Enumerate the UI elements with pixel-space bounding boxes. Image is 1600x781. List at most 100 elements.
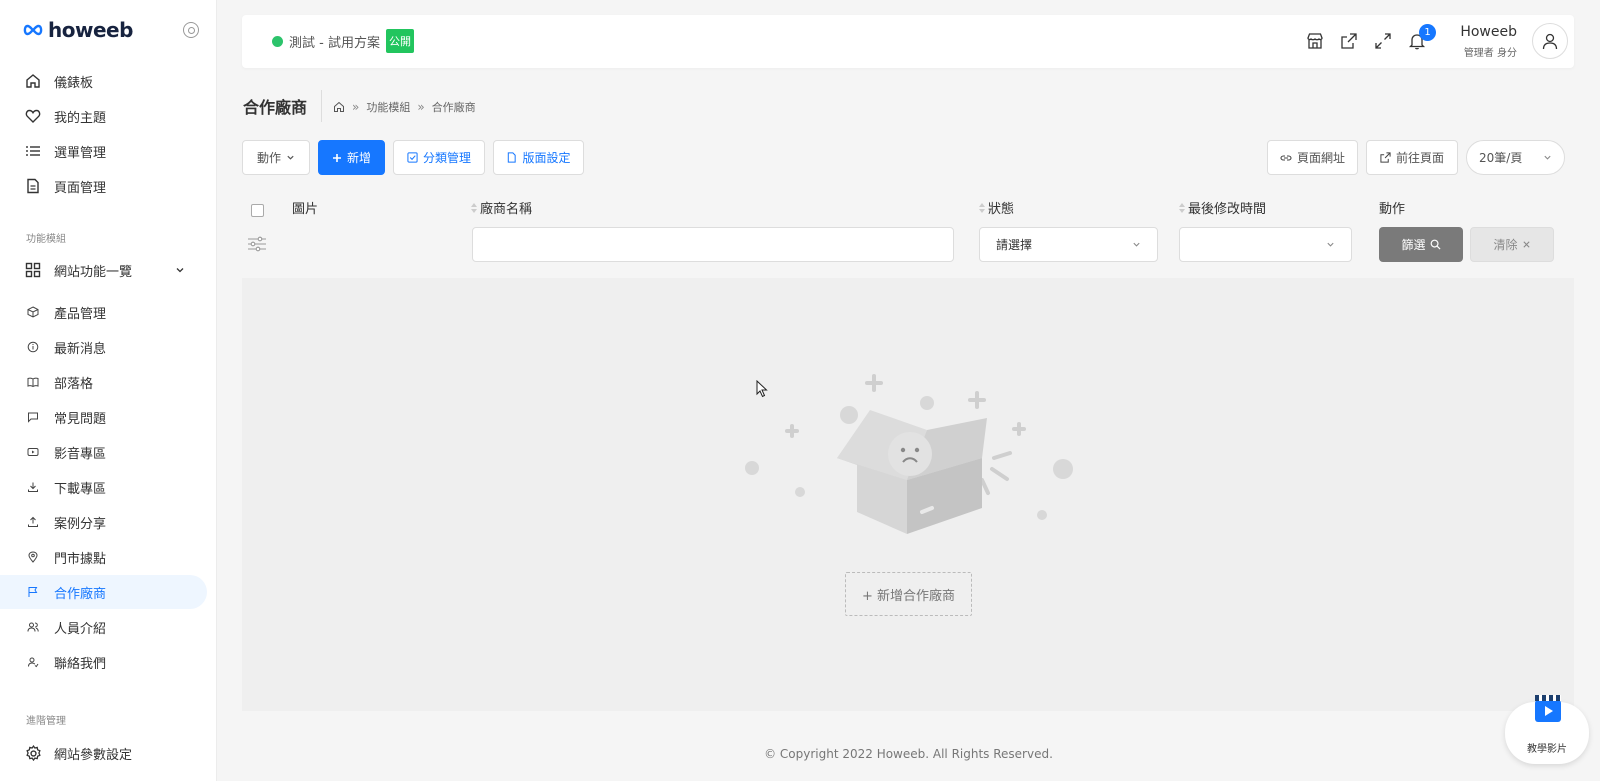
layout-settings-button[interactable]: 版面設定 <box>493 140 584 175</box>
chevron-down-icon <box>1544 155 1551 160</box>
sidebar-item-label: 影音專區 <box>54 446 107 462</box>
site-name: 測試 - 試用方案 <box>289 35 380 51</box>
sidebar-item-contact[interactable]: 聯絡我們 <box>0 645 207 679</box>
upload-icon <box>26 515 40 529</box>
sidebar-item-faq[interactable]: 常見問題 <box>0 400 207 434</box>
sidebar-item-pages[interactable]: 頁面管理 <box>0 169 207 203</box>
tutorial-video-button[interactable]: 教學影片 <box>1505 695 1589 764</box>
sidebar-item-products[interactable]: 產品管理 <box>0 295 207 329</box>
logo[interactable]: howeeb <box>22 18 133 42</box>
notification-button[interactable]: 1 <box>1408 24 1436 50</box>
user-name: Howeeb <box>1460 24 1517 40</box>
per-page-select[interactable]: 20筆/頁 <box>1466 140 1565 175</box>
external-link-icon[interactable] <box>1340 32 1358 50</box>
cube-icon <box>26 305 40 319</box>
column-header-modified[interactable]: 最後修改時間 <box>1179 198 1266 217</box>
sidebar-item-site-features[interactable]: 網站功能一覽 <box>0 253 207 287</box>
column-header-label: 狀態 <box>988 202 1015 217</box>
sidebar-item-dashboard[interactable]: 儀錶板 <box>0 64 207 98</box>
sidebar-item-label: 選單管理 <box>54 145 107 161</box>
sidebar-item-label: 門市據點 <box>54 551 107 567</box>
book-icon <box>26 375 40 389</box>
filter-button[interactable]: 篩選 <box>1379 227 1463 262</box>
sidebar-item-label: 儀錶板 <box>54 75 94 91</box>
store-icon[interactable] <box>1306 32 1324 50</box>
home-icon[interactable] <box>333 101 345 113</box>
add-partner-button[interactable]: + 新增合作廠商 <box>845 572 972 616</box>
filter-button-label: 篩選 <box>1401 238 1426 252</box>
download-icon <box>26 480 40 494</box>
clear-button[interactable]: 清除 <box>1470 227 1554 262</box>
sidebar-item-label: 聯絡我們 <box>54 656 107 672</box>
add-button[interactable]: 新增 <box>318 140 385 175</box>
per-page-value: 20筆/頁 <box>1479 151 1523 165</box>
clear-button-label: 清除 <box>1493 238 1518 252</box>
breadcrumb-item[interactable]: 功能模組 <box>366 99 410 115</box>
users-icon <box>26 620 40 634</box>
sort-icon <box>979 202 985 213</box>
sidebar-item-stores[interactable]: 門市據點 <box>0 540 207 574</box>
sidebar-item-news[interactable]: 最新消息 <box>0 330 207 364</box>
online-status-dot <box>272 35 283 47</box>
sliders-icon[interactable] <box>247 236 267 252</box>
sidebar-item-cases[interactable]: 案例分享 <box>0 505 207 539</box>
goto-page-button[interactable]: 前往頁面 <box>1366 140 1458 175</box>
video-icon <box>26 445 40 459</box>
action-dropdown[interactable]: 動作 <box>242 140 310 175</box>
sort-icon <box>471 202 477 213</box>
category-management-label: 分類管理 <box>422 151 471 165</box>
sidebar-item-blog[interactable]: 部落格 <box>0 365 207 399</box>
fullscreen-icon[interactable] <box>1374 32 1392 50</box>
chevron-down-icon <box>1327 242 1334 247</box>
top-icons: 1 <box>1306 24 1436 50</box>
location-icon <box>26 550 40 564</box>
sidebar-item-downloads[interactable]: 下載專區 <box>0 470 207 504</box>
status-filter-value: 請選擇 <box>996 238 1033 252</box>
sidebar: howeeb 儀錶板 我的主題 選單管理 頁面管理 功能模組 網站功能一覽 產品… <box>0 0 217 781</box>
close-icon <box>1522 241 1530 248</box>
chat-icon <box>26 410 40 424</box>
page-url-button[interactable]: 頁面網址 <box>1267 140 1358 175</box>
sidebar-collapse-icon[interactable] <box>183 22 199 38</box>
breadcrumb: » 功能模組 » 合作廠商 <box>333 99 476 115</box>
column-header-vendor-name[interactable]: 廠商名稱 <box>471 198 532 217</box>
heart-icon <box>24 107 42 125</box>
sidebar-item-label: 案例分享 <box>54 516 107 532</box>
section-label-modules: 功能模組 <box>26 234 66 245</box>
breadcrumb-separator-icon: » <box>417 100 425 114</box>
status-filter-select[interactable]: 請選擇 <box>979 227 1158 262</box>
category-management-button[interactable]: 分類管理 <box>393 140 485 175</box>
title-divider <box>321 90 322 122</box>
sidebar-item-menu[interactable]: 選單管理 <box>0 134 207 168</box>
empty-box-illustration <box>745 374 1073 534</box>
chevron-down-icon <box>1133 242 1140 247</box>
grid-icon <box>24 261 42 279</box>
select-all-checkbox[interactable] <box>251 204 264 217</box>
column-header-label: 動作 <box>1379 202 1406 217</box>
flag-icon <box>26 585 40 599</box>
column-header-label: 廠商名稱 <box>480 202 533 217</box>
avatar[interactable] <box>1532 23 1568 59</box>
sidebar-item-video[interactable]: 影音專區 <box>0 435 207 469</box>
sidebar-item-staff[interactable]: 人員介紹 <box>0 610 207 644</box>
sort-icon <box>1179 202 1185 213</box>
column-header-label: 圖片 <box>292 202 319 217</box>
vendor-name-filter-input[interactable] <box>472 227 954 262</box>
sidebar-item-label: 網站功能一覽 <box>54 264 133 280</box>
column-header-status[interactable]: 狀態 <box>979 198 1014 217</box>
chevron-down-icon <box>287 155 294 160</box>
layout-settings-label: 版面設定 <box>522 151 571 165</box>
contact-icon <box>26 655 40 669</box>
sidebar-item-my-theme[interactable]: 我的主題 <box>0 99 207 133</box>
sidebar-item-label: 產品管理 <box>54 306 107 322</box>
sidebar-item-partners[interactable]: 合作廠商 <box>0 575 207 609</box>
mouse-cursor-icon <box>756 380 768 398</box>
public-badge: 公開 <box>385 29 414 53</box>
site-status: 測試 - 試用方案 公開 <box>272 29 414 53</box>
home-icon <box>24 72 42 90</box>
sidebar-item-label: 下載專區 <box>54 481 107 497</box>
modified-filter-select[interactable] <box>1179 227 1352 262</box>
brand-name: howeeb <box>48 18 133 42</box>
column-header-actions: 動作 <box>1379 198 1405 217</box>
external-link-icon <box>1380 152 1391 163</box>
